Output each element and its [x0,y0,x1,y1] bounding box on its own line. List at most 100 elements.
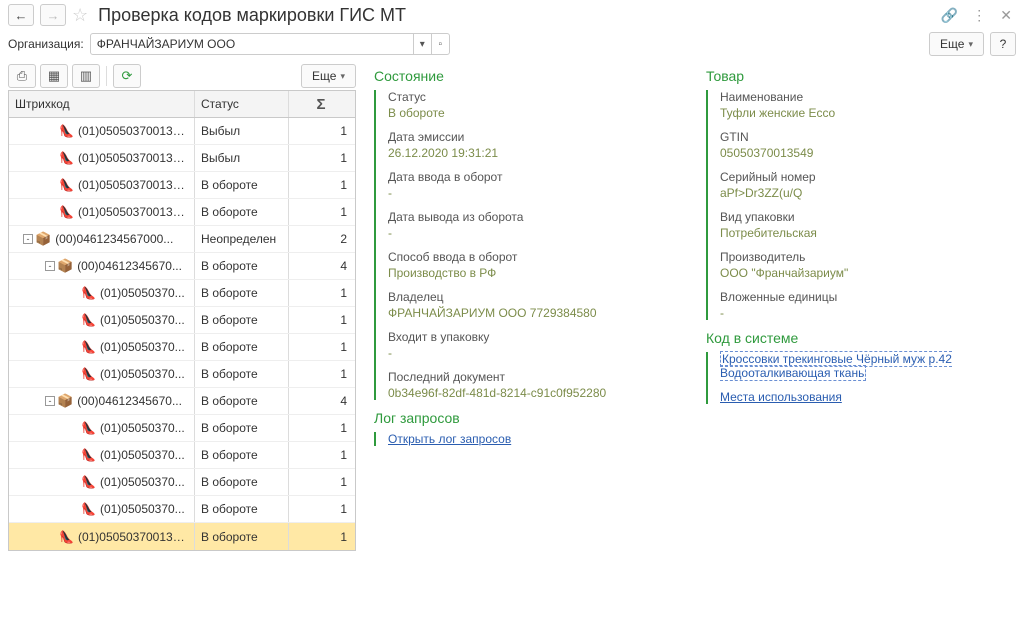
detail-field-value: 26.12.2020 19:31:21 [388,146,684,160]
row-icon-cell: 👠 [15,502,96,516]
link-icon[interactable]: 🔗 [937,7,962,24]
chevron-down-icon: ▾ [340,71,345,82]
table-row[interactable]: 👠(01)0505037001354...В обороте1 [9,199,355,226]
tree-expander-icon[interactable]: - [23,234,33,244]
log-title: Лог запросов [374,410,684,426]
nav-forward-button[interactable]: → [40,4,66,26]
detail-field-label: Дата эмиссии [388,130,684,144]
global-more-button[interactable]: Еще ▾ [929,32,984,56]
table-more-label: Еще [312,69,336,83]
tree-expander-icon[interactable]: - [45,261,55,271]
product-column: Товар НаименованиеТуфли женские EccoGTIN… [706,64,1016,551]
cell-sum: 1 [289,145,353,171]
kebab-menu-icon[interactable]: ⋮ [968,7,990,24]
table-row[interactable]: 👠(01)0505037001354...Выбыл1 [9,118,355,145]
cell-barcode: -📦(00)0461234567000... [9,226,195,252]
table-row[interactable]: 👠(01)05050370...В обороте1 [9,334,355,361]
table-row[interactable]: 👠(01)05050370...В обороте1 [9,415,355,442]
detail-field-label: Производитель [720,250,1016,264]
barcode-text: (01)05050370... [100,286,185,300]
detail-field-value: Производство в РФ [388,266,684,280]
cell-barcode: 👠(01)0505037001354... [9,199,195,225]
cell-sum: 1 [289,523,353,550]
shoe-icon: 👠 [59,124,74,138]
organization-value: ФРАНЧАЙЗАРИУМ ООО [91,37,413,51]
cell-status: В обороте [195,253,289,279]
system-usage-link[interactable]: Места использования [720,390,842,404]
open-log-link[interactable]: Открыть лог запросов [388,432,511,446]
col-barcode-header[interactable]: Штрихкод [9,91,195,117]
col-sum-header[interactable]: Σ [289,91,353,117]
cell-sum: 1 [289,307,353,333]
barcode-text: (00)04612345670... [77,259,182,273]
shoe-icon: 👠 [81,475,96,489]
detail-field: Серийный номерaPf>Dr3ZZ(u/Q [720,170,1016,200]
col-status-header[interactable]: Статус [195,91,289,117]
barcode-text: (01)0505037001354... [78,151,188,165]
table-row[interactable]: -📦(00)04612345670...В обороте4 [9,388,355,415]
box-icon: 📦 [57,393,73,409]
nav-back-button[interactable]: ← [8,4,34,26]
barcode-text: (01)05050370... [100,475,185,489]
row-icon-cell: 👠 [15,530,74,544]
detail-field: Статус В обороте [388,90,684,120]
title-bar: ← → ☆ Проверка кодов маркировки ГИС МТ 🔗… [8,4,1016,26]
table-row[interactable]: 👠(01)05050370...В обороте1 [9,361,355,388]
table-row[interactable]: -📦(00)0461234567000...Неопределен2 [9,226,355,253]
barcode-text: (00)04612345670... [77,394,182,408]
cell-status: В обороте [195,442,289,468]
favorite-star-icon[interactable]: ☆ [72,5,88,26]
scan-barcode-button[interactable]: ⎙ [8,64,36,88]
detail-field-value: 0b34e96f-82df-481d-8214-c91c0f952280 [388,386,684,400]
state-fields: Статус В обороте Дата эмиссии 26.12.2020 19… [374,90,684,400]
table-row[interactable]: 👠(01)05050370...В обороте1 [9,280,355,307]
barcode-text: (00)0461234567000... [55,232,173,246]
row-icon-cell: -📦 [15,393,73,409]
table-more-button[interactable]: Еще ▾ [301,64,356,88]
cell-status: В обороте [195,280,289,306]
table-row[interactable]: 👠(01)0505037001354...В обороте1 [9,172,355,199]
row-icon-cell: 👠 [15,340,96,354]
table-row[interactable]: 👠(01)05050370...В обороте1 [9,307,355,334]
row-icon-cell: 👠 [15,475,96,489]
cell-sum: 1 [289,415,353,441]
cell-status: Выбыл [195,118,289,144]
row-icon-cell: 👠 [15,178,74,192]
detail-field: Дата ввода в оборот- [388,170,684,200]
close-icon[interactable]: ✕ [996,7,1016,24]
table-row[interactable]: 👠(01)05050370...В обороте1 [9,469,355,496]
shoe-icon: 👠 [59,205,74,219]
organization-dropdown-icon[interactable]: ▾ [413,34,431,54]
organization-expand-icon[interactable]: ▫ [431,34,449,54]
row-icon-cell: 👠 [15,313,96,327]
barcode-text: (01)0505037001354... [78,530,188,544]
main-area: ⎙ ▦ ▥ ⟳ Еще ▾ Штрихкод Статус Σ 👠(01)050… [8,64,1016,551]
detail-field: Последний документ 0b34e96f-82df-481d-821… [388,370,684,400]
cell-sum: 1 [289,469,353,495]
table-row[interactable]: 👠(01)0505037001354...В обороте1 [9,523,355,550]
table-row[interactable]: 👠(01)0505037001354...Выбыл1 [9,145,355,172]
cell-status: Выбыл [195,145,289,171]
detail-field-value: ООО "Франчайзариум" [720,266,1016,280]
detail-field-label: Статус [388,90,684,104]
filter-button[interactable]: ▥ [72,64,100,88]
cell-barcode: 👠(01)05050370... [9,307,195,333]
table-row[interactable]: 👠(01)05050370...В обороте1 [9,442,355,469]
table-row[interactable]: 👠(01)05050370...В обороте1 [9,496,355,523]
tree-expander-icon[interactable]: - [45,396,55,406]
cell-sum: 1 [289,442,353,468]
chevron-down-icon: ▾ [968,39,973,50]
organization-field[interactable]: ФРАНЧАЙЗАРИУМ ООО ▾ ▫ [90,33,450,55]
barcode-text: (01)05050370... [100,448,185,462]
barcode-text: (01)05050370... [100,367,185,381]
detail-field-value: В обороте [388,106,684,120]
import-button[interactable]: ▦ [40,64,68,88]
system-product-link[interactable]: Кроссовки трекинговые Чёрный муж р.42 Во… [720,351,952,381]
help-button[interactable]: ? [990,32,1016,56]
detail-field: Способ ввода в оборотПроизводство в РФ [388,250,684,280]
refresh-button[interactable]: ⟳ [113,64,141,88]
cell-barcode: 👠(01)0505037001354... [9,145,195,171]
detail-field-label: Владелец [388,290,684,304]
table-row[interactable]: -📦(00)04612345670...В обороте4 [9,253,355,280]
detail-field-label: Последний документ [388,370,684,384]
